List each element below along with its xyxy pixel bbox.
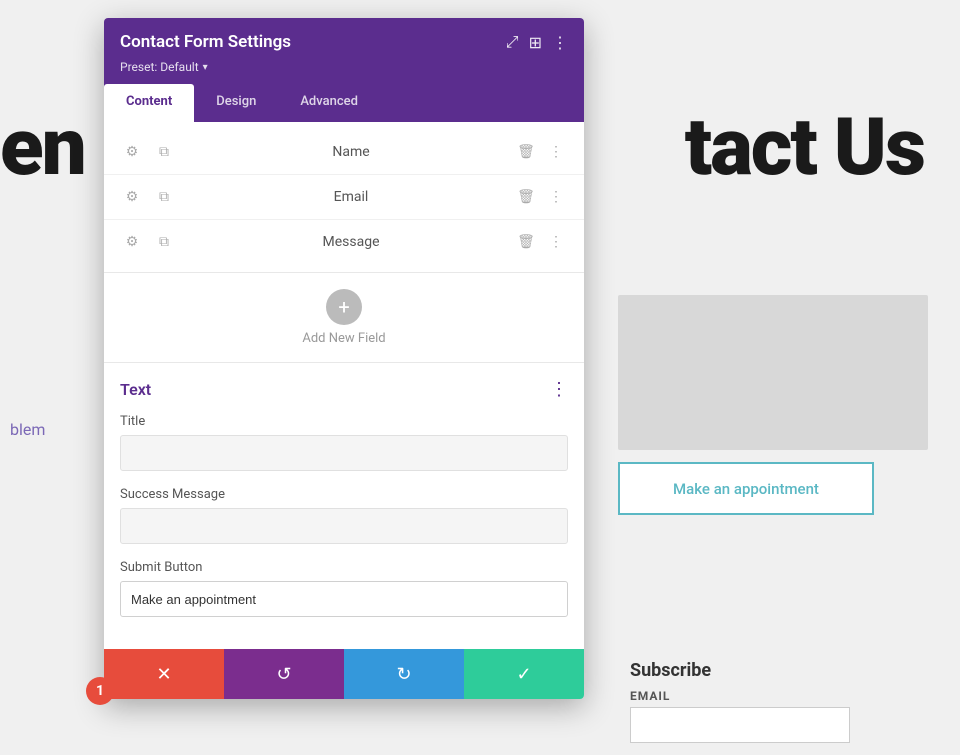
panel-preset[interactable]: Preset: Default ▾ (120, 60, 568, 74)
save-button[interactable]: ✓ (464, 649, 584, 699)
preset-arrow: ▾ (203, 62, 208, 73)
field-right-icons-email: 🗑 ⋮ (514, 185, 568, 209)
grid-icon[interactable]: ⊞ (529, 33, 542, 52)
field-right-icons-message: 🗑 ⋮ (514, 230, 568, 254)
field-dots-icon-email[interactable]: ⋮ (544, 185, 568, 209)
bg-email-label: EMAIL (630, 689, 850, 703)
title-label: Title (120, 414, 568, 429)
field-left-icons-name: ⚙ ⧉ (120, 140, 176, 164)
field-dots-icon-message[interactable]: ⋮ (544, 230, 568, 254)
submit-button-label: Submit Button (120, 560, 568, 575)
title-input[interactable] (120, 435, 568, 471)
field-gear-icon-name[interactable]: ⚙ (120, 140, 144, 164)
tab-content[interactable]: Content (104, 84, 194, 122)
submit-button-input[interactable] (120, 581, 568, 617)
success-message-input[interactable] (120, 508, 568, 544)
field-trash-icon-message[interactable]: 🗑 (514, 230, 538, 254)
bg-appointment-button[interactable]: Make an appointment (618, 462, 874, 515)
undo-button[interactable]: ↺ (224, 649, 344, 699)
bg-side-text: blem (10, 420, 45, 439)
success-message-form-group: Success Message (120, 487, 568, 544)
success-message-label: Success Message (120, 487, 568, 502)
notification-badge: 1 (86, 677, 114, 705)
panel-header: Contact Form Settings ⤢ ⊞ ⋮ Preset: Defa… (104, 18, 584, 84)
add-field-label: Add New Field (302, 331, 385, 346)
title-form-group: Title (120, 414, 568, 471)
field-label-email: Email (188, 189, 514, 205)
field-right-icons-name: 🗑 ⋮ (514, 140, 568, 164)
field-gear-icon-email[interactable]: ⚙ (120, 185, 144, 209)
tab-design[interactable]: Design (194, 84, 278, 122)
field-copy-icon-name[interactable]: ⧉ (152, 140, 176, 164)
panel-header-top: Contact Form Settings ⤢ ⊞ ⋮ (120, 32, 568, 52)
panel-tabs: Content Design Advanced (104, 84, 584, 122)
field-row-message: ⚙ ⧉ Message 🗑 ⋮ (104, 220, 584, 264)
bg-subscribe-area: Subscribe EMAIL (630, 660, 850, 743)
field-copy-icon-email[interactable]: ⧉ (152, 185, 176, 209)
field-label-message: Message (188, 234, 514, 250)
fields-section: ⚙ ⧉ Name 🗑 ⋮ ⚙ ⧉ Email 🗑 ⋮ (104, 122, 584, 273)
panel-body: ⚙ ⧉ Name 🗑 ⋮ ⚙ ⧉ Email 🗑 ⋮ (104, 122, 584, 649)
bg-subscribe-title: Subscribe (630, 660, 850, 681)
field-copy-icon-message[interactable]: ⧉ (152, 230, 176, 254)
field-dots-icon-name[interactable]: ⋮ (544, 140, 568, 164)
expand-icon[interactable]: ⤢ (506, 32, 519, 52)
panel-footer: ✕ ↺ ↻ ✓ (104, 649, 584, 699)
field-row-email: ⚙ ⧉ Email 🗑 ⋮ (104, 175, 584, 220)
text-section: Text ⋮ Title Success Message Submit Butt… (104, 363, 584, 649)
field-label-name: Name (188, 144, 514, 160)
text-section-title: Text (120, 380, 151, 399)
field-row-name: ⚙ ⧉ Name 🗑 ⋮ (104, 130, 584, 175)
field-left-icons-message: ⚙ ⧉ (120, 230, 176, 254)
cancel-button[interactable]: ✕ (104, 649, 224, 699)
field-trash-icon-name[interactable]: 🗑 (514, 140, 538, 164)
tab-advanced[interactable]: Advanced (278, 84, 380, 122)
submit-button-form-group: Submit Button (120, 560, 568, 617)
field-left-icons-email: ⚙ ⧉ (120, 185, 176, 209)
field-gear-icon-message[interactable]: ⚙ (120, 230, 144, 254)
bg-gray-block (618, 295, 928, 450)
add-field-button[interactable]: + (326, 289, 362, 325)
bg-email-input[interactable] (630, 707, 850, 743)
field-trash-icon-email[interactable]: 🗑 (514, 185, 538, 209)
contact-form-settings-panel: Contact Form Settings ⤢ ⊞ ⋮ Preset: Defa… (104, 18, 584, 699)
text-section-menu-icon[interactable]: ⋮ (550, 379, 568, 400)
add-field-section: + Add New Field (104, 273, 584, 363)
more-options-icon[interactable]: ⋮ (552, 33, 568, 52)
panel-title: Contact Form Settings (120, 32, 291, 52)
text-section-header: Text ⋮ (120, 379, 568, 400)
panel-header-icons: ⤢ ⊞ ⋮ (506, 32, 568, 52)
redo-button[interactable]: ↻ (344, 649, 464, 699)
